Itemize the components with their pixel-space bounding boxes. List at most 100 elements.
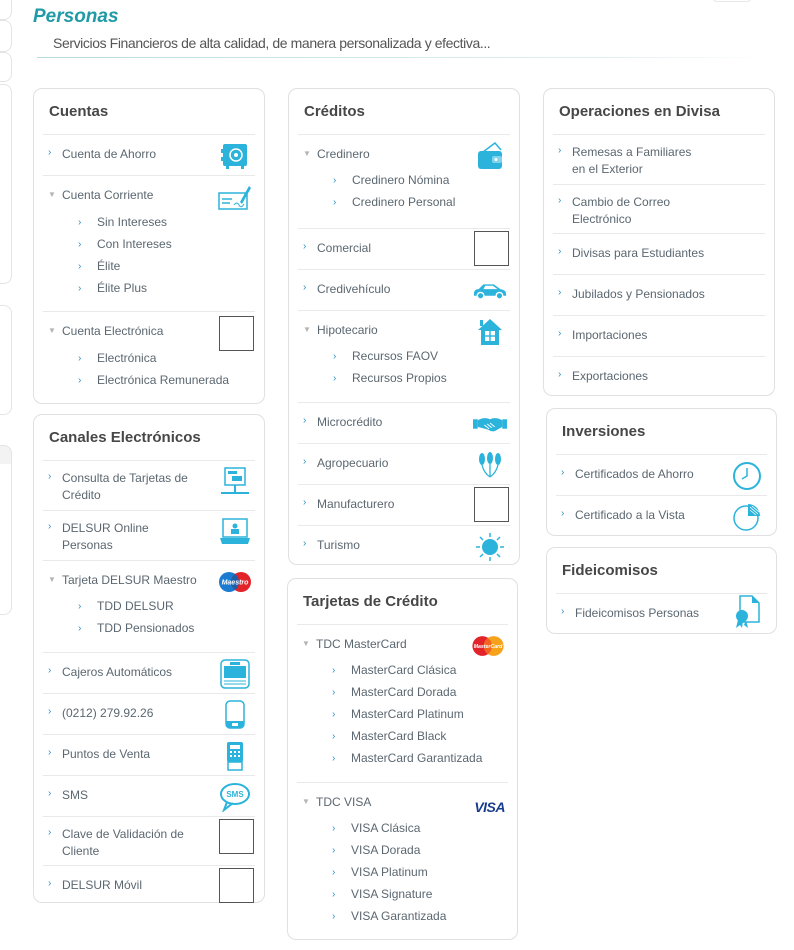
chevron-right-icon: ›	[558, 145, 562, 156]
submenu-item-label: MasterCard Garantizada	[351, 750, 483, 765]
submenu-item-visa-dorada[interactable]: › VISA Dorada	[297, 839, 508, 861]
submenu-item-label: VISA Signature	[351, 886, 433, 901]
submenu-item-visa-platinum[interactable]: › VISA Platinum	[297, 861, 508, 883]
menu-group-credinero: ▼ Credinero › Credinero Nómina › Credinero …	[298, 134, 510, 228]
atm-icon	[218, 659, 252, 689]
menu-item-telefono[interactable]: › (0212) 279.92.26	[43, 693, 255, 734]
menu-item-exportaciones[interactable]: › Exportaciones	[553, 356, 765, 394]
chevron-right-icon: ›	[333, 175, 337, 186]
menu-item-turismo[interactable]: › Turismo	[298, 525, 510, 566]
submenu-item-mastercard-dorada[interactable]: › MasterCard Dorada	[297, 681, 508, 703]
menu-item-label: SMS	[62, 788, 89, 802]
menu-item-certificados-ahorro[interactable]: › Certificados de Ahorro	[556, 454, 767, 495]
submenu-item-mastercard-clasica[interactable]: › MasterCard Clásica	[297, 659, 508, 681]
menu-item-cuenta-de-ahorro[interactable]: › Cuenta de Ahorro	[43, 134, 255, 175]
submenu-item-recursos-propios[interactable]: › Recursos Propios	[298, 367, 510, 389]
submenu-item-tdd-pensionados[interactable]: › TDD Pensionados	[43, 617, 255, 639]
submenu-item-credinero-nomina[interactable]: › Credinero Nómina	[298, 169, 510, 191]
menu-item-label: Cuenta de Ahorro	[62, 147, 157, 161]
chevron-right-icon: ›	[558, 195, 562, 206]
menu-item-remesas[interactable]: › Remesas a Familiares en el Exterior	[553, 134, 765, 184]
safe-icon	[218, 141, 252, 171]
menu-item-sms[interactable]: › SMS SMS	[43, 775, 255, 816]
submenu-item-label: Con Intereses	[97, 236, 172, 251]
submenu-item-mastercard-garantizada[interactable]: › MasterCard Garantizada	[297, 747, 508, 769]
clock-icon	[730, 461, 764, 491]
menu-item-cambio-correo[interactable]: › Cambio de Correo Electrónico	[553, 184, 765, 233]
chevron-right-icon: ›	[78, 375, 82, 386]
submenu-item-elite[interactable]: › Élite	[43, 255, 255, 277]
submenu-item-label: Credinero Personal	[352, 194, 456, 209]
submenu-item-recursos-faov[interactable]: › Recursos FAOV	[298, 345, 510, 367]
header-divider	[37, 57, 767, 58]
card-canales-electronicos: Canales Electrónicos › Consulta de Tarjet…	[33, 414, 265, 903]
card-title: Canales Electrónicos	[49, 429, 201, 446]
menu-item-label: Jubilados y Pensionados	[572, 287, 705, 301]
chevron-right-icon: ›	[332, 867, 336, 878]
chevron-right-icon: ›	[303, 538, 307, 549]
submenu-item-sin-intereses[interactable]: › Sin Intereses	[43, 211, 255, 233]
submenu-item-label: Élite	[97, 258, 121, 273]
car-icon	[473, 276, 507, 306]
wallet-icon	[473, 141, 507, 171]
menu-item-label: Importaciones	[572, 328, 648, 342]
submenu-item-visa-garantizada[interactable]: › VISA Garantizada	[297, 905, 508, 927]
card-title: Inversiones	[562, 423, 646, 440]
menu-item-fideicomisos-personas[interactable]: › Fideicomisos Personas	[556, 593, 767, 633]
label-line: Electrónico	[572, 212, 632, 226]
left-panel-fragment	[0, 52, 12, 82]
menu-item-agropecuario[interactable]: › Agropecuario	[298, 443, 510, 484]
menu-item-certificado-vista[interactable]: › Certificado a la Vista	[556, 495, 767, 535]
submenu-item-credinero-personal[interactable]: › Credinero Personal	[298, 191, 510, 213]
menu-item-importaciones[interactable]: › Importaciones	[553, 315, 765, 356]
chevron-right-icon: ›	[332, 823, 336, 834]
menu-group-cuenta-corriente: ▼ Cuenta Corriente › Sin Intereses › Con In…	[43, 175, 255, 311]
menu-item-puntos-de-venta[interactable]: › Puntos de Venta	[43, 734, 255, 775]
menu-item-manufacturero[interactable]: › Manufacturero	[298, 484, 510, 525]
placeholder-icon	[219, 316, 254, 351]
svg-text:SMS: SMS	[226, 790, 244, 799]
menu-item-jubilados[interactable]: › Jubilados y Pensionados	[553, 274, 765, 315]
card-fideicomisos: Fideicomisos › Fideicomisos Personas	[546, 547, 777, 634]
chevron-right-icon: ›	[78, 239, 82, 250]
submenu-item-tdd-delsur[interactable]: › TDD DELSUR	[43, 595, 255, 617]
menu-item-microcredito[interactable]: › Microcrédito	[298, 402, 510, 443]
chevron-right-icon: ›	[561, 508, 565, 519]
submenu-item-label: Recursos FAOV	[352, 348, 439, 363]
chevron-right-icon: ›	[78, 261, 82, 272]
chevron-right-icon: ›	[303, 282, 307, 293]
certificate-document-icon	[730, 595, 764, 628]
chevron-right-icon: ›	[78, 601, 82, 612]
menu-item-clave-validacion[interactable]: › Clave de Validación de Cliente	[43, 816, 255, 865]
placeholder-icon	[474, 231, 509, 266]
submenu-item-elite-plus[interactable]: › Élite Plus	[43, 277, 255, 299]
menu-item-credivehiculo[interactable]: › Credivehículo	[298, 269, 510, 310]
chevron-right-icon: ›	[558, 246, 562, 257]
chevron-right-icon: ›	[332, 687, 336, 698]
menu-item-label: TDC MasterCard	[316, 637, 407, 651]
menu-item-comercial[interactable]: › Comercial	[298, 228, 510, 269]
chevron-right-icon: ›	[333, 373, 337, 384]
chevron-right-icon: ›	[558, 287, 562, 298]
submenu-item-label: Recursos Propios	[352, 370, 447, 385]
label-line: en el Exterior	[572, 162, 643, 176]
submenu-item-mastercard-black[interactable]: › MasterCard Black	[297, 725, 508, 747]
chevron-right-icon: ›	[78, 353, 82, 364]
menu-item-label: Credivehículo	[317, 282, 391, 296]
mastercard-logo: MasterCard	[471, 631, 505, 661]
menu-item-label: TDC VISA	[316, 795, 372, 809]
menu-item-cajeros[interactable]: › Cajeros Automáticos	[43, 652, 255, 693]
submenu-item-visa-signature[interactable]: › VISA Signature	[297, 883, 508, 905]
pos-terminal-icon	[218, 741, 252, 771]
menu-item-label: Cambio de Correo Electrónico	[572, 194, 670, 228]
menu-item-delsur-online[interactable]: › DELSUR Online Personas	[43, 510, 255, 560]
menu-item-divisas-estudiantes[interactable]: › Divisas para Estudiantes	[553, 233, 765, 274]
submenu-item-mastercard-platinum[interactable]: › MasterCard Platinum	[297, 703, 508, 725]
chevron-right-icon: ›	[333, 197, 337, 208]
menu-item-consulta-tarjetas[interactable]: › Consulta de Tarjetas de Crédito	[43, 460, 255, 510]
submenu-item-electronica-remunerada[interactable]: › Electrónica Remunerada	[43, 369, 255, 391]
menu-item-delsur-movil[interactable]: › DELSUR Móvil	[43, 865, 255, 905]
chevron-right-icon: ›	[333, 351, 337, 362]
submenu-item-con-intereses[interactable]: › Con Intereses	[43, 233, 255, 255]
chevron-right-icon: ›	[303, 415, 307, 426]
